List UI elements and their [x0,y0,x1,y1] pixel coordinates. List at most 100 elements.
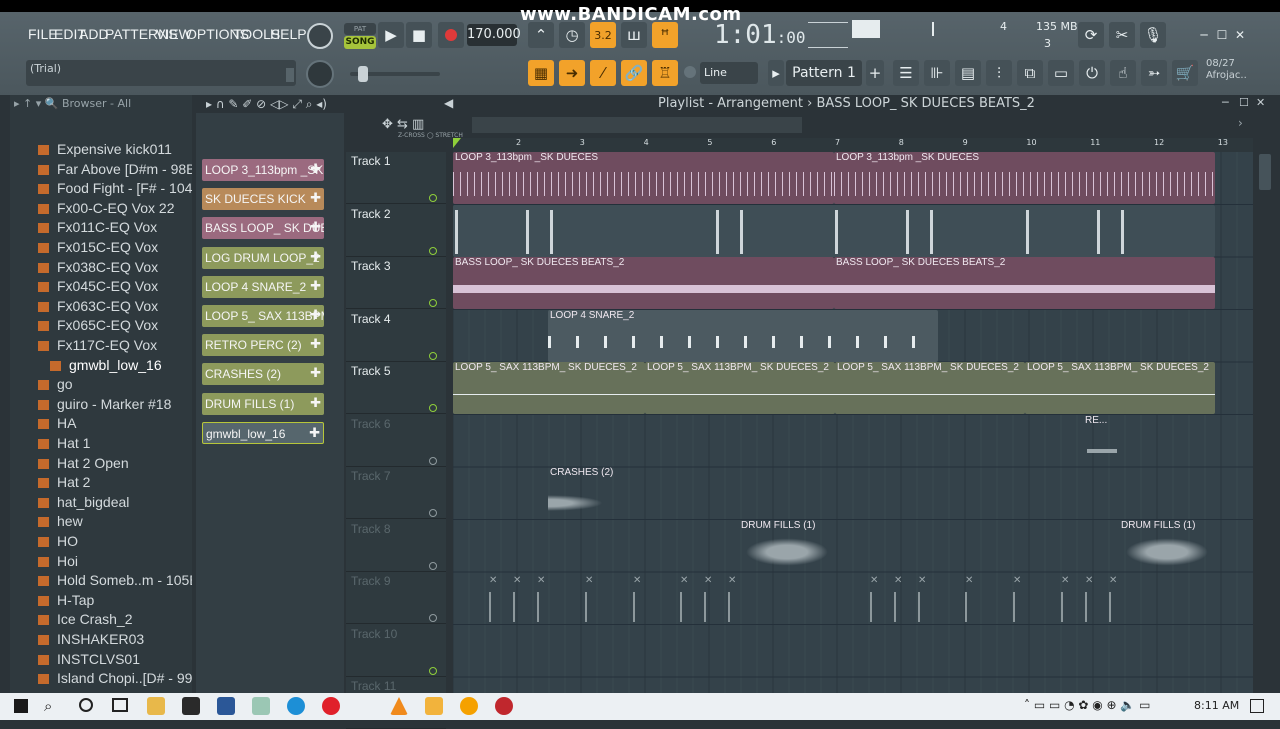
playlist-minimize-button[interactable]: ─ [1222,96,1229,109]
browser-item[interactable]: guiro - Marker #18 [38,396,171,415]
channel-button[interactable]: SK DUECES KICK ✚ [202,188,324,211]
browser-item[interactable]: Fx015C-EQ Vox [38,239,158,258]
browser-item[interactable]: Hat 2 [38,474,90,493]
vertical-scrollbar[interactable] [1256,152,1274,693]
perc-clip[interactable]: ✕ [633,575,657,589]
track-header[interactable]: Track 9 [346,572,446,624]
pattern-select[interactable]: Pattern 1 [786,60,862,86]
track-header[interactable]: Track 10 [346,625,446,677]
snap-select[interactable]: Line [700,62,758,84]
pattern-mode-button[interactable]: PAT [344,23,376,35]
channel-button[interactable]: BASS LOOP_ SK DUEC...✚ [202,217,324,240]
vlc-icon[interactable] [390,697,408,715]
playlist-clip[interactable]: CRASHES (2) [548,467,644,519]
browser-item[interactable]: Fx117C-EQ Vox [38,337,157,356]
plus-icon[interactable]: ✚ [310,307,321,323]
vertical-scroll-thumb[interactable] [1259,154,1271,190]
browser-item[interactable]: Fx011C-EQ Vox [38,219,157,238]
playlist-clip[interactable]: LOOP 5_ SAX 113BPM_ SK DUECES_2 [453,362,645,414]
master-pitch-knob[interactable] [306,60,334,88]
menu-help[interactable]: HELP [270,26,307,42]
playlist-maximize-button[interactable]: ☐ [1239,96,1249,109]
perc-clip[interactable]: ✕ [1013,575,1037,589]
perc-clip[interactable]: ✕ [1061,575,1085,589]
notifications-icon[interactable] [1250,699,1264,713]
search-icon[interactable]: ⌕ [44,697,52,715]
minimize-button[interactable]: ─ [1196,28,1212,42]
browser-item[interactable]: Hoi [38,553,78,572]
browser-button[interactable]: ▭ [1048,60,1074,86]
track-mute-led[interactable] [429,456,437,465]
stop-button[interactable]: ■ [406,22,432,48]
browser-item[interactable]: Fx063C-EQ Vox [38,298,158,317]
overview-scroll[interactable] [472,117,802,133]
browser-item[interactable]: hew [38,513,83,532]
channel-rack-button[interactable]: ▤ [955,60,981,86]
master-volume-knob[interactable] [307,23,333,49]
browser-item[interactable]: Expensive kick011 [38,141,172,160]
file-explorer-icon[interactable] [147,697,165,715]
playlist-clip[interactable]: BASS LOOP_ SK DUECES BEATS_2 [453,257,834,309]
browser-item[interactable]: Island Chopi..[D# - 99BPM] [38,670,192,689]
piano-roll-button[interactable]: ⊪ [924,60,950,86]
link-button[interactable]: 🔗 [621,60,647,86]
browser-item[interactable]: Hat 1 [38,435,90,454]
close-button[interactable]: ✕ [1232,28,1248,42]
browser-item[interactable]: gmwbl_low_16 [50,357,162,376]
perc-clip[interactable]: ✕ [704,575,728,589]
track-header[interactable]: Track 6 [346,415,446,467]
plus-icon[interactable]: ✚ [310,219,321,235]
perc-clip[interactable]: ✕ [513,575,537,589]
channel-button[interactable]: LOOP 3_113bpm _SK... ✚ [202,159,324,181]
channel-button[interactable]: LOOP 4 SNARE_2 ✚ [202,275,324,298]
channel-button[interactable]: LOG DRUM LOOP_2 ✚ [202,246,324,269]
perc-clip[interactable]: ✕ [965,575,989,589]
snap-knob[interactable] [684,66,696,78]
browser-item[interactable]: H-Tap [38,592,94,611]
channel-button[interactable]: DRUM FILLS (1) ✚ [202,392,324,415]
draw-button[interactable]: ⁄ [590,60,616,86]
plus-icon[interactable]: ✚ [310,395,321,411]
step-edit-button[interactable]: 3.2 [590,22,616,48]
scroll-right-icon[interactable]: › [1238,116,1243,130]
perc-clip[interactable]: ✕ [894,575,918,589]
track-mute-led[interactable] [429,404,437,412]
browser-item[interactable]: HA [38,415,76,434]
track-header[interactable]: Track 7 [346,467,446,519]
track-header[interactable]: Track 1 [346,152,446,204]
fl-studio-icon[interactable] [425,697,443,715]
touch-button[interactable]: ☝ [1110,60,1136,86]
add-pattern-button[interactable]: + [866,60,884,86]
tempo-display[interactable]: 170.000 [467,24,521,46]
track-header[interactable]: Track 3 [346,257,446,309]
playlist-close-button[interactable]: ✕ [1256,96,1265,109]
tray-icons[interactable]: ˄ ▭ ▭ ◔ ✿ ◉ ⊕ 🔈 ▭ [1024,698,1151,712]
maximize-button[interactable]: ☐ [1214,28,1230,42]
word-icon[interactable] [217,697,235,715]
song-mode-button[interactable]: SONG [344,36,376,49]
browser-item[interactable]: Fx00-C-EQ Vox 22 [38,200,175,219]
playlist-clip[interactable]: DRUM FILLS (1) [739,520,835,572]
pattern-prev-button[interactable]: ▸ [768,60,784,86]
stamp-button[interactable]: ♖ [652,60,678,86]
track-mute-led[interactable] [429,666,437,675]
browser-item[interactable]: hat_bigdeal [38,494,129,513]
mixer-button[interactable]: ⫶ [986,60,1012,86]
cortana-icon[interactable] [79,698,93,712]
track-header[interactable]: Track 2 [346,205,446,257]
loop-record-button[interactable]: ꟸ [652,22,678,48]
wait-input-button[interactable]: ◷ [559,22,585,48]
playlist-clip[interactable] [453,204,1215,257]
track-mute-led[interactable] [429,509,437,517]
next-button[interactable]: ➜ [559,60,585,86]
track-mute-led[interactable] [429,351,437,360]
plus-icon[interactable]: ✚ [310,278,321,294]
online-button[interactable]: ⟳ [1078,22,1104,48]
track-mute-led[interactable] [429,194,437,202]
playlist-clip[interactable]: RE... [1083,415,1123,467]
playlist-clip[interactable]: DRUM FILLS (1) [1119,520,1215,572]
plugin-button[interactable]: ⏻ [1079,60,1105,86]
shop-button[interactable]: 🛒 [1172,60,1198,86]
browser-item[interactable]: Hat 2 Open [38,455,129,474]
playlist-clip[interactable]: LOOP 3_113bpm _SK DUECES [834,152,1215,204]
